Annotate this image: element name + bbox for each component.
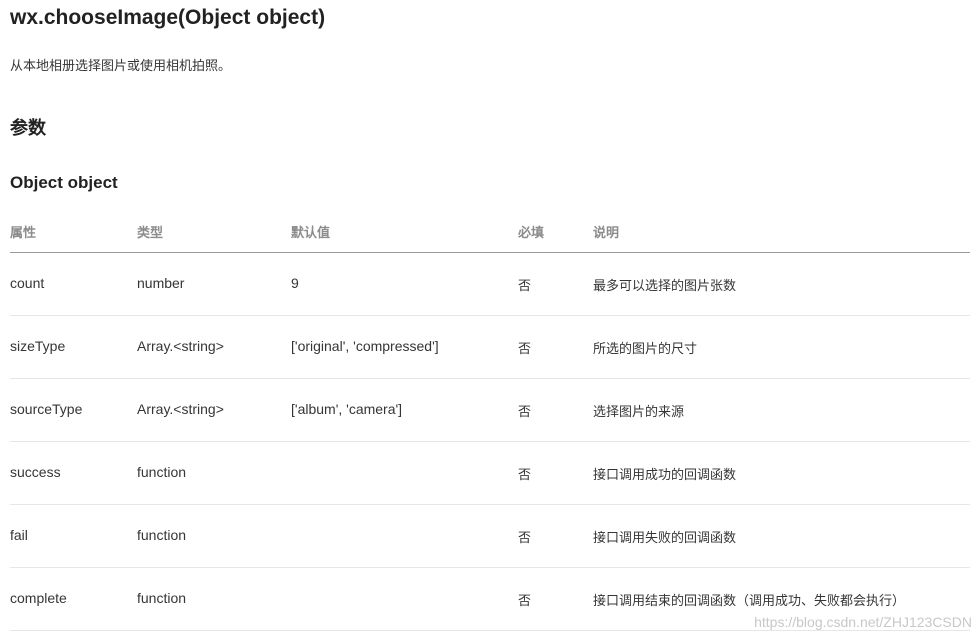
- cell-required: 否: [518, 593, 532, 608]
- table-header: 属性 类型 默认值 必填 说明: [10, 210, 970, 253]
- cell-default: ['album', 'camera']: [291, 401, 403, 417]
- cell-property: fail: [10, 527, 28, 543]
- header-required: 必填: [518, 225, 545, 240]
- cell-type: Array.<string>: [137, 338, 224, 354]
- cell-type: function: [137, 590, 187, 606]
- header-type: 类型: [137, 225, 164, 240]
- params-heading: 参数: [10, 118, 46, 138]
- cell-property: sourceType: [10, 401, 83, 417]
- cell-type: function: [137, 464, 187, 480]
- cell-type: function: [137, 527, 187, 543]
- cell-description: 所选的图片的尺寸: [593, 341, 698, 356]
- cell-type: number: [137, 275, 185, 291]
- page-title: wx.chooseImage(Object object): [10, 6, 326, 29]
- header-default: 默认值: [291, 225, 331, 240]
- header-property: 属性: [10, 225, 37, 240]
- table-row: count number 9 否 最多可以选择的图片张数: [10, 253, 970, 316]
- cell-property: complete: [10, 590, 67, 606]
- table-row: success function 否 接口调用成功的回调函数: [10, 442, 970, 505]
- cell-type: Array.<string>: [137, 401, 224, 417]
- cell-description: 接口调用成功的回调函数: [593, 467, 737, 482]
- cell-description: 接口调用结束的回调函数（调用成功、失败都会执行）: [593, 593, 906, 608]
- cell-property: sizeType: [10, 338, 66, 354]
- cell-required: 否: [518, 467, 532, 482]
- watermark-text: https://blog.csdn.net/ZHJ123CSDN: [754, 614, 972, 630]
- cell-required: 否: [518, 341, 532, 356]
- cell-property: success: [10, 464, 61, 480]
- cell-default: 9: [291, 275, 299, 291]
- cell-required: 否: [518, 404, 532, 419]
- table-row: sourceType Array.<string> ['album', 'cam…: [10, 379, 970, 442]
- table-row: fail function 否 接口调用失败的回调函数: [10, 505, 970, 568]
- cell-description: 选择图片的来源: [593, 404, 685, 419]
- params-table: 属性 类型 默认值 必填 说明 count number 9 否 最多可以选择的…: [10, 210, 970, 631]
- table-row: sizeType Array.<string> ['original', 'co…: [10, 316, 970, 379]
- cell-property: count: [10, 275, 45, 291]
- cell-required: 否: [518, 278, 532, 293]
- cell-description: 接口调用失败的回调函数: [593, 530, 737, 545]
- cell-default: ['original', 'compressed']: [291, 338, 439, 354]
- page-description: 从本地相册选择图片或使用相机拍照。: [10, 58, 232, 73]
- cell-description: 最多可以选择的图片张数: [593, 278, 737, 293]
- object-heading: Object object: [10, 173, 118, 192]
- cell-required: 否: [518, 530, 532, 545]
- header-description: 说明: [593, 225, 620, 240]
